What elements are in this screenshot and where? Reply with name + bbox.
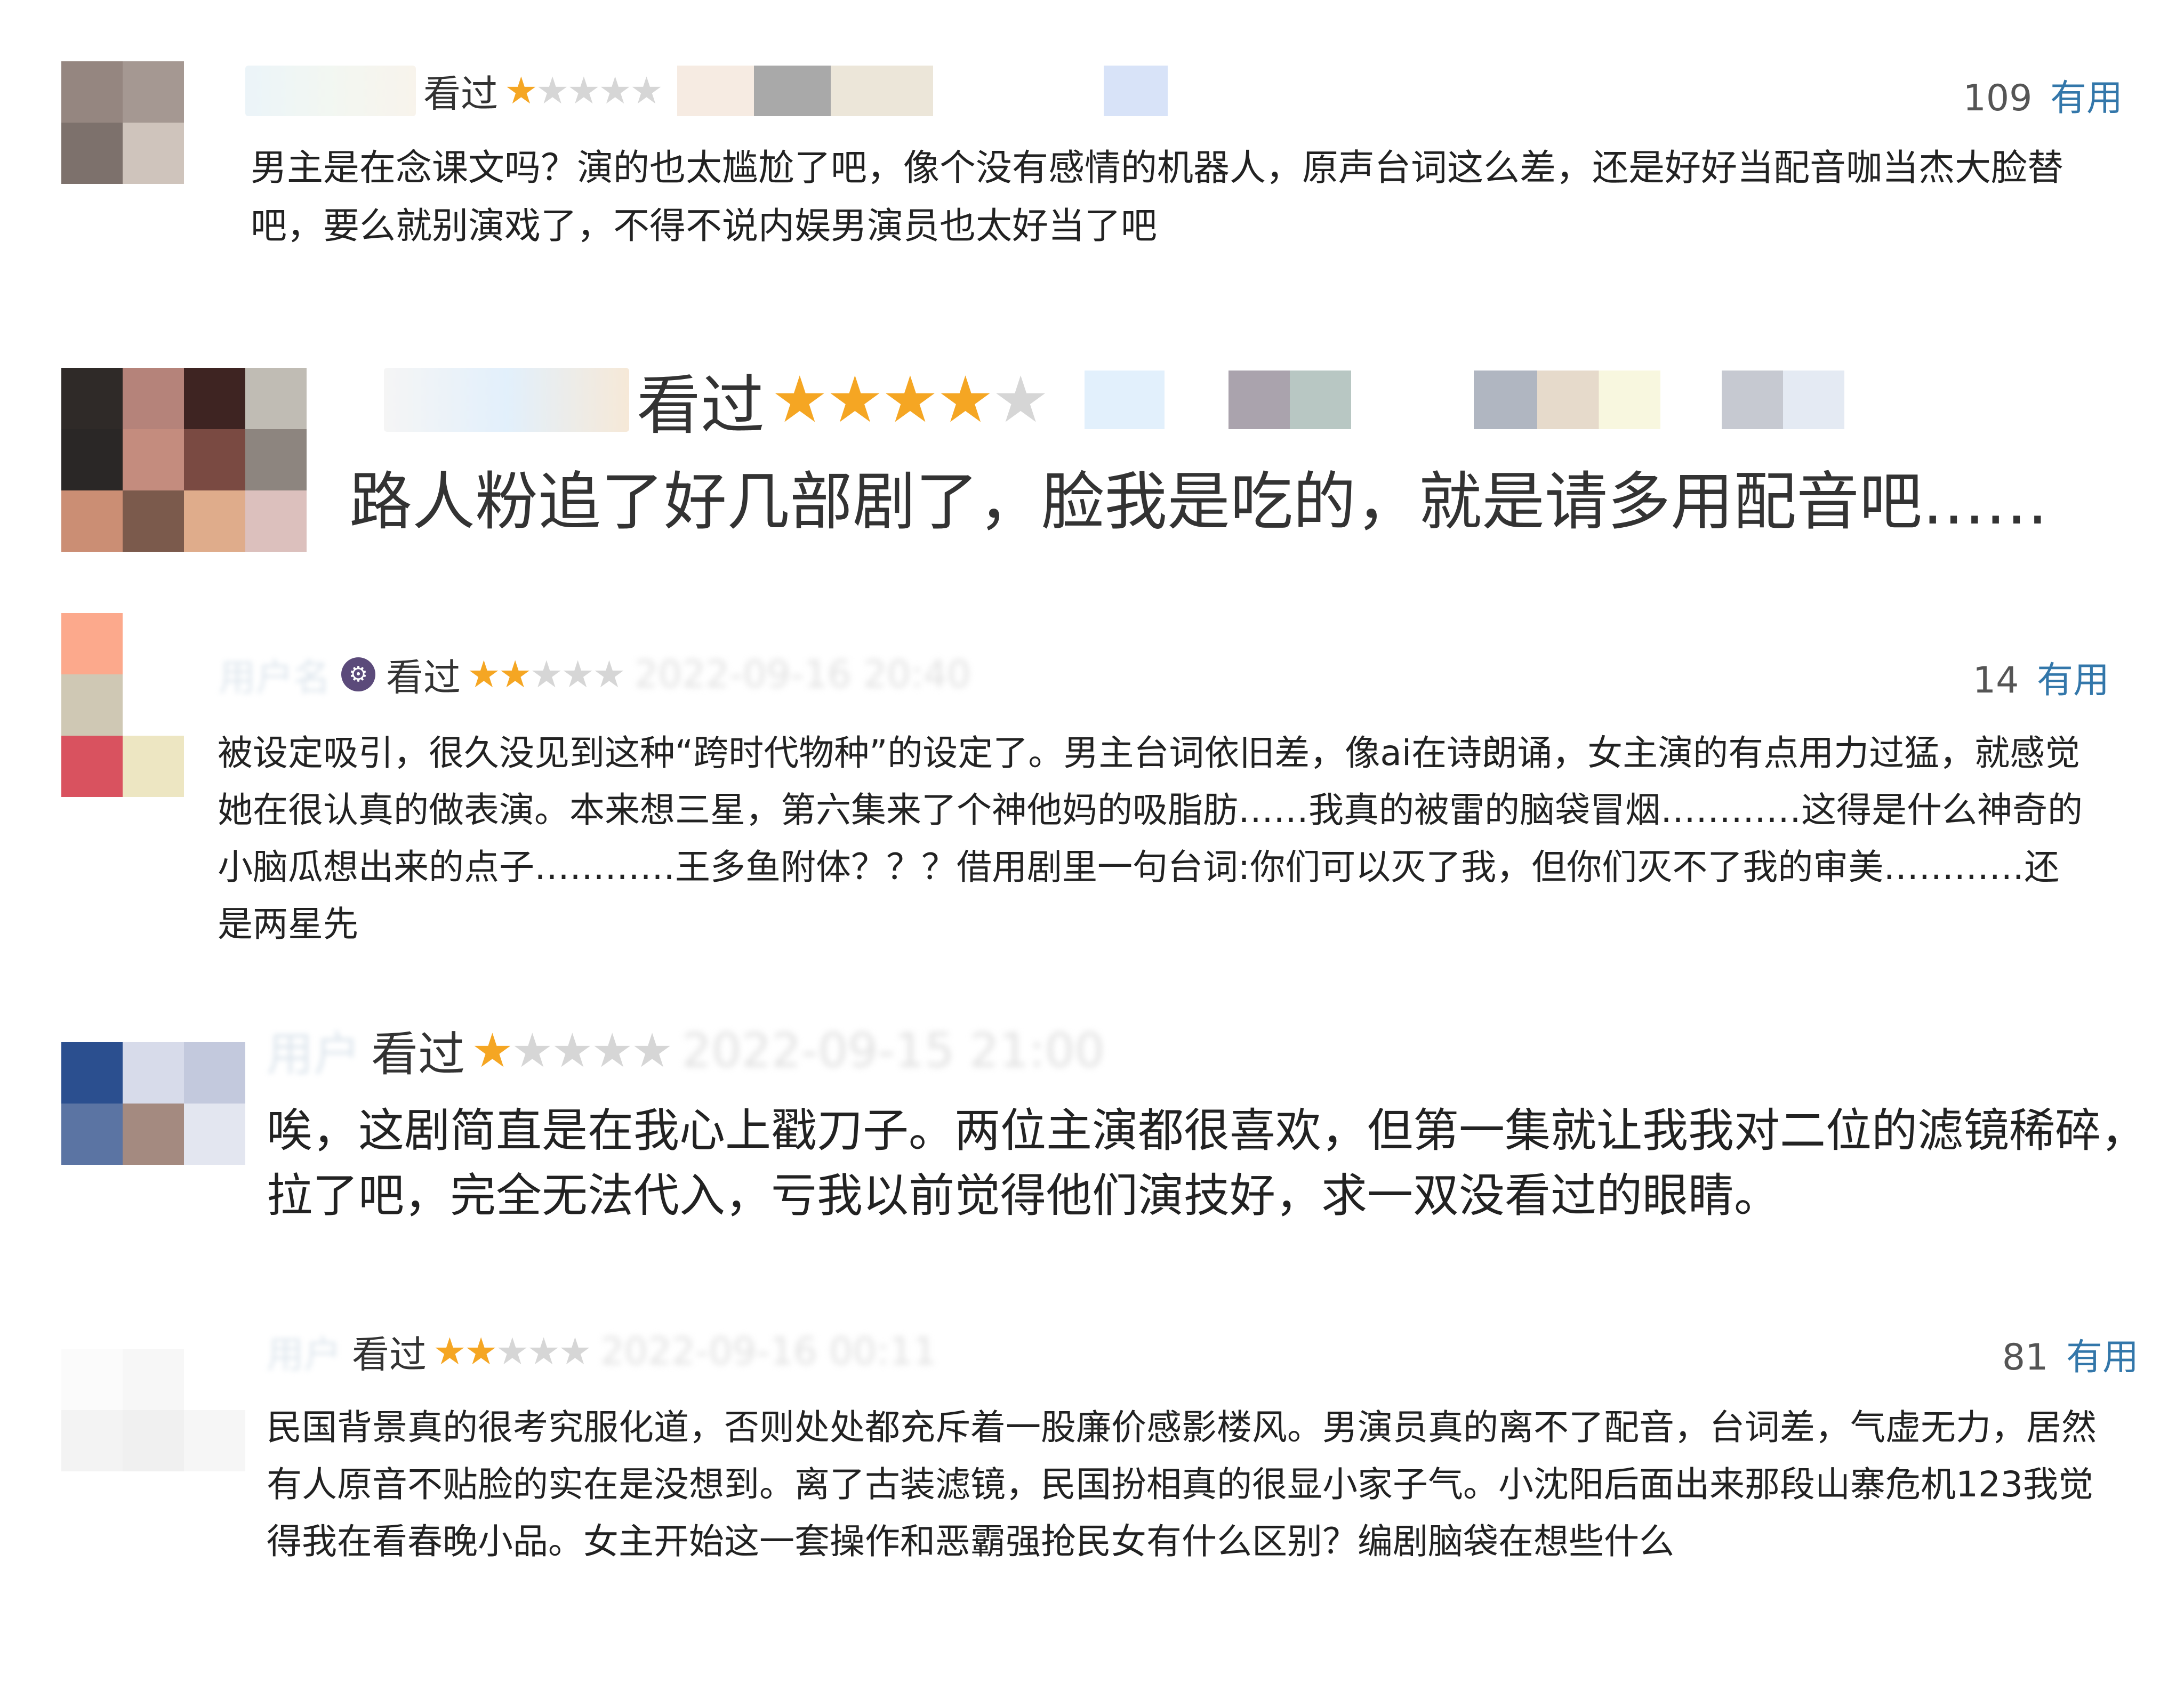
helpful-count[interactable]: 109 有用 (1963, 68, 2123, 121)
user-avatar[interactable] (61, 368, 307, 552)
mosaic-block (1103, 65, 1168, 116)
star-empty-icon: ★ (511, 1022, 553, 1078)
vote-count: 14 (1972, 659, 2019, 702)
review-content: 民国背景真的很考究服化道，否则处处都充斥着一股廉价感影楼风。男演员真的离不了配音… (267, 1407, 2097, 1562)
star-filled-icon: ★ (467, 653, 501, 696)
star-filled-icon: ★ (826, 363, 884, 437)
mosaic-block (1228, 371, 1351, 429)
star-rating: ★ ★ ★ ★ ★ (471, 1022, 673, 1078)
review-card-2: 看过 ★ ★ ★ ★ ★ 路人粉追了好几部剧了，脸我是吃的，就是请多用配音吧…… (0, 331, 2184, 618)
star-empty-icon: ★ (495, 1330, 529, 1373)
watch-status: 看过 (371, 1026, 465, 1082)
date-blurred: 2022-09-16 00:11 (600, 1330, 937, 1373)
star-rating: ★ ★ ★ ★ ★ (467, 653, 626, 696)
mosaic-block (1084, 371, 1165, 429)
vote-count: 81 (2002, 1336, 2049, 1379)
star-empty-icon: ★ (551, 1022, 593, 1078)
username-blurred[interactable]: 用户 (267, 1325, 341, 1379)
star-empty-icon: ★ (535, 69, 569, 112)
date-blurred: 2022-09-15 21:00 (681, 1022, 1105, 1078)
star-empty-icon: ★ (567, 69, 601, 112)
review-meta: 用户 看过 ★ ★ ★ ★ ★ 2022-09-15 21:00 (267, 1018, 1104, 1082)
review-meta: 用户名 ⚙ 看过 ★ ★ ★ ★ ★ 2022-09-16 20:40 (219, 648, 971, 701)
star-filled-icon: ★ (771, 363, 829, 437)
star-empty-icon: ★ (558, 1330, 592, 1373)
username-blurred[interactable] (245, 65, 416, 116)
mosaic-block (1721, 371, 1844, 429)
review-card-3: 用户名 ⚙ 看过 ★ ★ ★ ★ ★ 2022-09-16 20:40 14 有用 被设… (0, 613, 2184, 976)
star-empty-icon: ★ (592, 653, 626, 696)
watch-status: 看过 (352, 1332, 427, 1376)
star-filled-icon: ★ (504, 69, 538, 112)
vote-count: 109 (1963, 77, 2033, 119)
user-avatar[interactable] (61, 1042, 245, 1165)
star-filled-icon: ★ (464, 1330, 498, 1373)
review-card-4: 用户 看过 ★ ★ ★ ★ ★ 2022-09-15 21:00 唉，这剧简直是在我心上… (0, 992, 2184, 1258)
review-card-1: 看过 ★ ★ ★ ★ ★ 109 有用 男主是在念课文吗？演的也太尴尬了吧，像个没有感情… (0, 0, 2184, 299)
user-avatar[interactable] (61, 613, 184, 797)
helpful-link[interactable]: 有用 (2050, 77, 2123, 119)
star-empty-icon: ★ (631, 1022, 673, 1078)
review-content: 男主是在念课文吗？演的也太尴尬了吧，像个没有感情的机器人，原声台词这么差，还是好… (251, 147, 2064, 247)
review-meta: 看过 ★ ★ ★ ★ ★ (384, 355, 1844, 445)
star-empty-icon: ★ (992, 363, 1049, 437)
user-avatar[interactable] (61, 1349, 245, 1471)
helpful-link[interactable]: 有用 (2037, 659, 2109, 702)
watch-status: 看过 (386, 655, 461, 699)
username-blurred[interactable]: 用户名 (219, 648, 331, 702)
user-avatar[interactable] (61, 61, 184, 184)
helpful-count[interactable]: 81 有用 (2002, 1327, 2139, 1380)
star-empty-icon: ★ (529, 653, 564, 696)
star-rating: ★ ★ ★ ★ ★ (504, 69, 663, 112)
review-content: 唉，这剧简直是在我心上戳刀子。两位主演都很喜欢，但第一集就让我我对二位的滤镜稀碎… (267, 1104, 2147, 1223)
review-card-5: 用户 看过 ★ ★ ★ ★ ★ 2022-09-16 00:11 81 有用 民国背景真… (0, 1279, 2184, 1674)
review-meta: 看过 ★ ★ ★ ★ ★ (245, 64, 1168, 117)
mosaic-block (677, 65, 933, 116)
helpful-count[interactable]: 14 有用 (1973, 650, 2109, 703)
mosaic-block (1473, 371, 1660, 429)
robot-icon: ⚙ (341, 657, 375, 691)
watch-status: 看过 (637, 369, 765, 443)
star-empty-icon: ★ (591, 1022, 633, 1078)
star-rating: ★ ★ ★ ★ ★ (433, 1330, 592, 1373)
username-blurred[interactable] (384, 368, 629, 432)
review-meta: 用户 看过 ★ ★ ★ ★ ★ 2022-09-16 00:11 (267, 1325, 937, 1378)
date-blurred: 2022-09-16 20:40 (634, 653, 971, 696)
review-content: 路人粉追了好几部剧了，脸我是吃的，就是请多用配音吧…… (349, 465, 2049, 538)
username-blurred[interactable]: 用户 (267, 1017, 360, 1084)
star-empty-icon: ★ (561, 653, 595, 696)
star-filled-icon: ★ (936, 363, 994, 437)
review-content: 被设定吸引，很久没见到这种“跨时代物种”的设定了。男主台词依旧差，像ai在诗朗诵… (218, 732, 2083, 945)
star-filled-icon: ★ (498, 653, 532, 696)
star-empty-icon: ★ (598, 69, 632, 112)
star-empty-icon: ★ (630, 69, 663, 112)
helpful-link[interactable]: 有用 (2066, 1336, 2139, 1379)
star-filled-icon: ★ (471, 1022, 513, 1078)
star-filled-icon: ★ (433, 1330, 467, 1373)
star-empty-icon: ★ (527, 1330, 560, 1373)
watch-status: 看过 (423, 71, 498, 116)
star-filled-icon: ★ (881, 363, 939, 437)
star-rating: ★ ★ ★ ★ ★ (771, 363, 1049, 437)
